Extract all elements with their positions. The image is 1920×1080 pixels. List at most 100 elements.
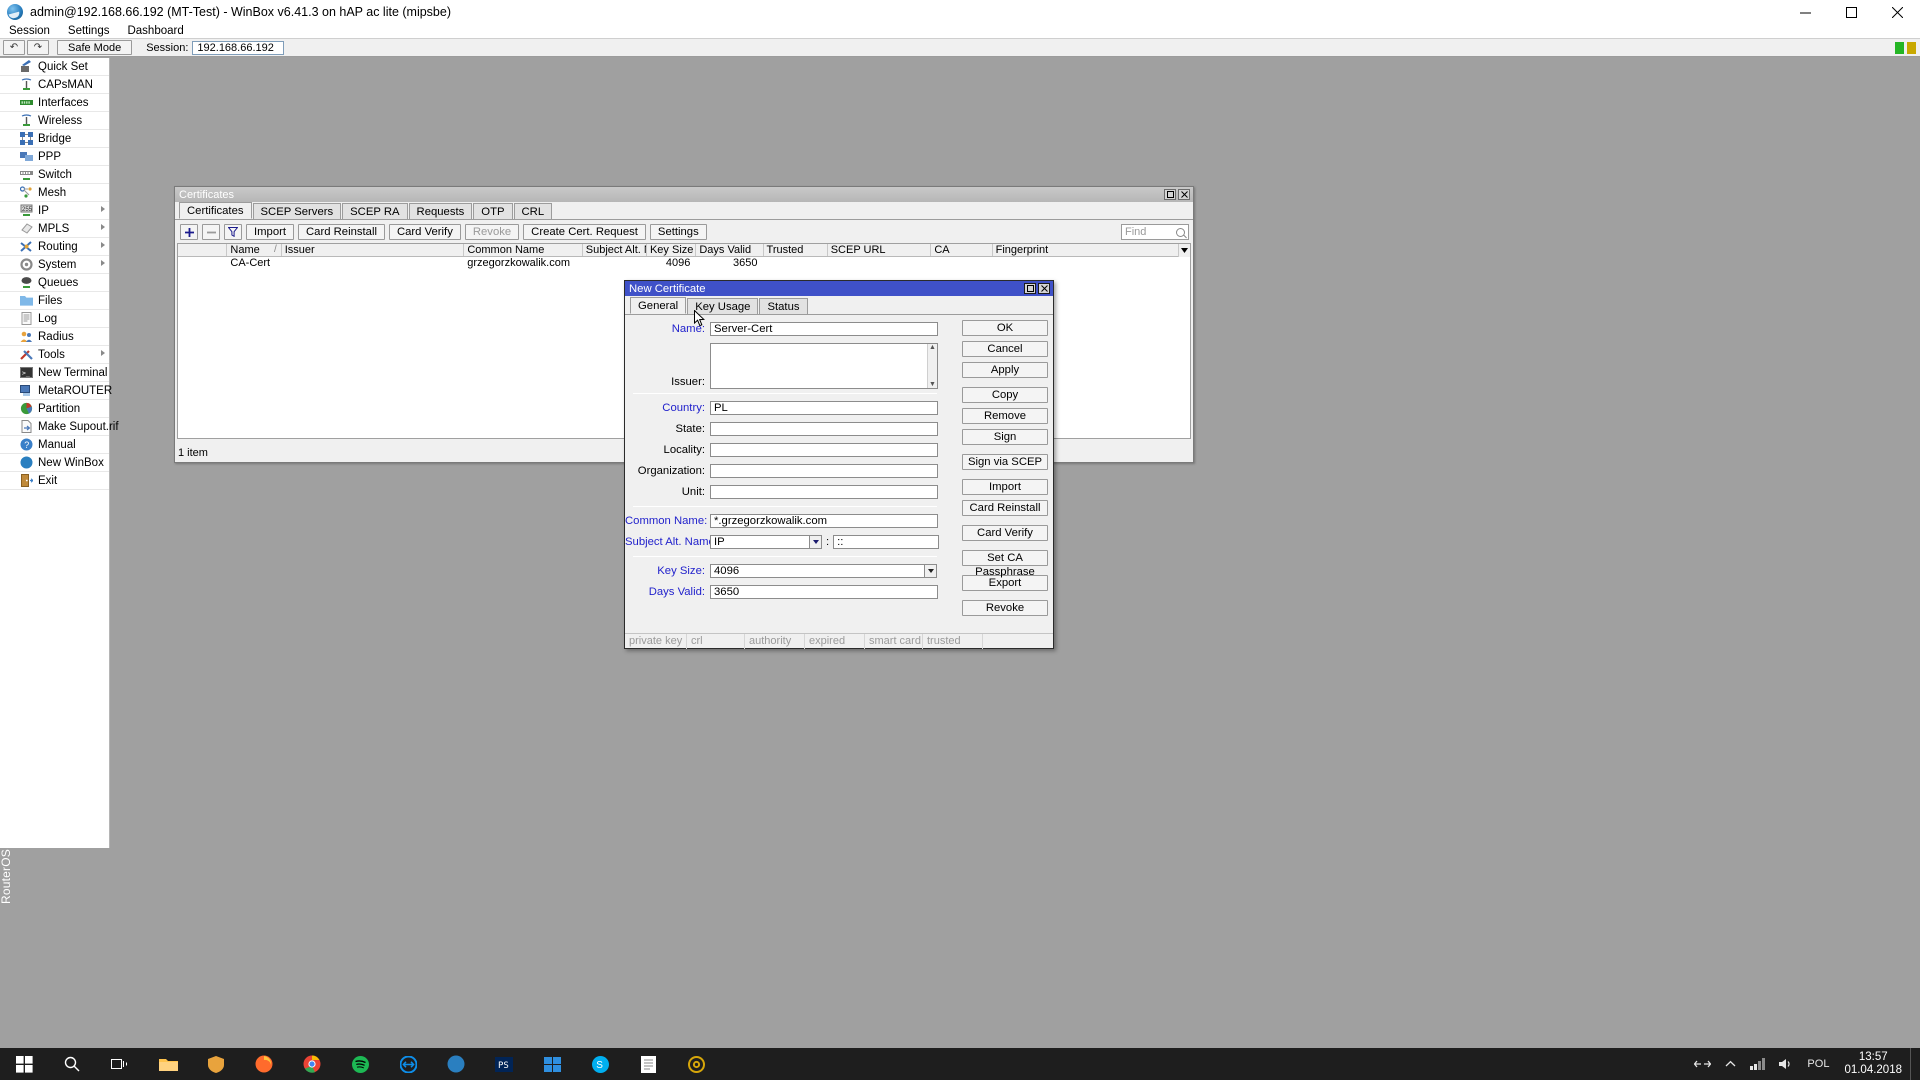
sidebar-item-system[interactable]: System — [0, 256, 109, 274]
dialog-close-button[interactable] — [1038, 283, 1050, 294]
key-size-dropdown-icon[interactable] — [924, 564, 937, 578]
country-input[interactable]: PL — [710, 401, 938, 415]
sidebar-item-mesh[interactable]: Mesh — [0, 184, 109, 202]
subject-alt-name-type-dropdown-icon[interactable] — [809, 535, 822, 549]
sound-icon[interactable] — [1772, 1048, 1800, 1080]
certificates-close-button[interactable] — [1178, 189, 1190, 200]
cert-tab-scep-servers[interactable]: SCEP Servers — [252, 203, 342, 219]
certificates-maximize-button[interactable] — [1164, 189, 1176, 200]
cert-tab-requests[interactable]: Requests — [408, 203, 473, 219]
maximize-button[interactable] — [1828, 0, 1874, 24]
sidebar-item-files[interactable]: Files — [0, 292, 109, 310]
settings-icon[interactable] — [672, 1048, 720, 1080]
new-certificate-dialog[interactable]: New Certificate General Key Usage Status N… — [624, 280, 1054, 649]
menu-item-dashboard[interactable]: Dashboard — [118, 24, 192, 39]
security-icon[interactable] — [192, 1048, 240, 1080]
certificates-title-bar[interactable]: Certificates — [175, 187, 1193, 202]
scroll-up-icon[interactable]: ▲ — [929, 344, 936, 351]
dialog-tab-general[interactable]: General — [630, 297, 687, 314]
task-view-icon[interactable] — [96, 1048, 144, 1080]
settings-button[interactable]: Settings — [649, 224, 707, 240]
sidebar-item-switch[interactable]: Switch — [0, 166, 109, 184]
common-name-input[interactable]: *.grzegorzkowalik.com — [710, 514, 938, 528]
skype-icon[interactable]: S — [576, 1048, 624, 1080]
subject-alt-name-value-input[interactable]: :: — [833, 535, 940, 549]
column-header-common-name[interactable]: Common Name — [464, 244, 583, 256]
undo-button[interactable]: ↶ — [3, 40, 25, 55]
close-button[interactable] — [1874, 0, 1920, 24]
safe-mode-button[interactable]: Safe Mode — [57, 40, 133, 55]
revoke-button[interactable]: Revoke — [962, 600, 1048, 616]
notepad-icon[interactable] — [624, 1048, 672, 1080]
sidebar-item-wireless[interactable]: Wireless — [0, 112, 109, 130]
ok-button[interactable]: OK — [962, 320, 1048, 336]
dialog-title-bar[interactable]: New Certificate — [625, 281, 1053, 296]
sidebar-item-metarouter[interactable]: MetaROUTER — [0, 382, 112, 400]
sidebar-item-tools[interactable]: Tools — [0, 346, 109, 364]
column-header-trusted[interactable]: Trusted — [764, 244, 828, 256]
sidebar-item-interfaces[interactable]: Interfaces — [0, 94, 109, 112]
card-reinstall-button[interactable]: Card Reinstall — [298, 224, 385, 240]
dialog-tab-status[interactable]: Status — [759, 298, 808, 314]
unit-input[interactable] — [710, 485, 938, 499]
days-valid-input[interactable]: 3650 — [710, 585, 938, 599]
cancel-button[interactable]: Cancel — [962, 341, 1048, 357]
store-icon[interactable] — [528, 1048, 576, 1080]
import-button[interactable]: Import — [246, 224, 295, 240]
add-certificate-button[interactable] — [180, 224, 198, 240]
column-chooser-icon[interactable] — [1178, 244, 1190, 257]
cert-tab-scep-ra[interactable]: SCEP RA — [342, 203, 408, 219]
sidebar-item-make-supout-rif[interactable]: Make Supout.rif — [0, 418, 119, 436]
remote-icon[interactable] — [1687, 1048, 1718, 1080]
minimize-button[interactable] — [1782, 0, 1828, 24]
column-header-issuer[interactable]: Issuer — [282, 244, 465, 256]
sidebar-item-manual[interactable]: ? Manual — [0, 436, 109, 454]
sidebar-item-partition[interactable]: Partition — [0, 400, 109, 418]
cert-tab-certificates[interactable]: Certificates — [179, 202, 252, 219]
chevron-up-icon[interactable] — [1718, 1048, 1743, 1080]
column-header-subject-alt-n[interactable]: Subject Alt. N... — [583, 244, 647, 256]
sidebar-item-mpls[interactable]: MPLS — [0, 220, 109, 238]
search-icon[interactable] — [48, 1048, 96, 1080]
table-row[interactable]: CA-Cert grzegorzkowalik.com 4096 3650 — [178, 257, 1190, 270]
explorer-icon[interactable] — [144, 1048, 192, 1080]
redo-button[interactable]: ↷ — [27, 40, 49, 55]
window-title-bar[interactable]: admin@192.168.66.192 (MT-Test) - WinBox … — [0, 0, 1920, 24]
menu-item-session[interactable]: Session — [0, 24, 59, 39]
issuer-scrollbar[interactable]: ▲ ▼ — [927, 344, 937, 388]
set-ca-passphrase-button[interactable]: Set CA Passphrase — [962, 550, 1048, 578]
column-header-days-valid[interactable]: Days Valid — [696, 244, 764, 256]
start-icon[interactable] — [0, 1048, 48, 1080]
powershell-icon[interactable]: PS — [480, 1048, 528, 1080]
sidebar-item-new-winbox[interactable]: New WinBox — [0, 454, 109, 472]
column-header-ca[interactable]: CA — [931, 244, 993, 256]
card-verify-button[interactable]: Card Verify — [962, 525, 1048, 541]
column-header-name[interactable]: Name / — [227, 244, 282, 256]
language-indicator[interactable]: POL — [1800, 1048, 1836, 1080]
network-icon[interactable] — [1743, 1048, 1772, 1080]
sidebar-item-ip[interactable]: 255 IP — [0, 202, 109, 220]
sidebar-item-log[interactable]: Log — [0, 310, 109, 328]
key-size-input[interactable]: 4096 — [710, 564, 925, 578]
card-verify-button[interactable]: Card Verify — [388, 224, 461, 240]
state-input[interactable] — [710, 422, 938, 436]
find-input[interactable]: Find — [1121, 224, 1189, 240]
show-desktop-button[interactable] — [1910, 1048, 1916, 1080]
import-button[interactable]: Import — [962, 479, 1048, 495]
chrome-icon[interactable] — [288, 1048, 336, 1080]
sidebar-item-radius[interactable]: Radius — [0, 328, 109, 346]
session-address-field[interactable]: 192.168.66.192 — [192, 40, 285, 55]
sidebar-item-bridge[interactable]: Bridge — [0, 130, 109, 148]
apply-button[interactable]: Apply — [962, 362, 1048, 378]
locality-input[interactable] — [710, 443, 938, 457]
remove-button[interactable]: Remove — [962, 408, 1048, 424]
sidebar-item-capsman[interactable]: CAPsMAN — [0, 76, 109, 94]
column-header-scep-url[interactable]: SCEP URL — [828, 244, 932, 256]
sign-button[interactable]: Sign — [962, 429, 1048, 445]
sidebar-item-queues[interactable]: Queues — [0, 274, 109, 292]
sidebar-item-routing[interactable]: Routing — [0, 238, 109, 256]
clock[interactable]: 13:57 01.04.2018 — [1836, 1051, 1910, 1077]
menu-item-settings[interactable]: Settings — [59, 24, 119, 39]
copy-button[interactable]: Copy — [962, 387, 1048, 403]
winbox-icon[interactable] — [432, 1048, 480, 1080]
